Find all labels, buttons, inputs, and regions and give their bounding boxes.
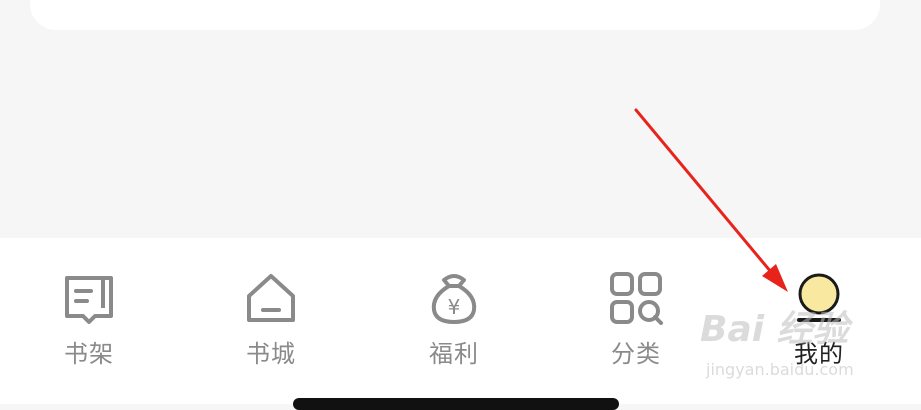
home-indicator [293, 398, 619, 410]
watermark-url: jingyan.baidu.com [706, 360, 854, 379]
watermark-logo: Bai 经验 [700, 309, 849, 350]
money-bag-icon: ¥ [431, 274, 477, 324]
home-icon [247, 274, 295, 322]
svg-text:¥: ¥ [448, 295, 461, 319]
tab-label: 福利 [429, 340, 479, 368]
content-card [30, 0, 880, 30]
tab-label: 书架 [64, 340, 114, 368]
tab-welfare[interactable]: ¥ 福利 [394, 270, 514, 370]
tab-bookshelf[interactable]: 书架 [29, 270, 149, 370]
tab-label: 书城 [246, 340, 296, 368]
watermark: Bai 经验 jingyan.baidu.com [700, 300, 910, 390]
tab-bookstore[interactable]: 书城 [211, 270, 331, 370]
tab-category[interactable]: 分类 [576, 270, 696, 370]
bookshelf-icon [65, 276, 113, 324]
category-grid-icon [610, 272, 663, 325]
tab-label: 分类 [611, 340, 661, 368]
